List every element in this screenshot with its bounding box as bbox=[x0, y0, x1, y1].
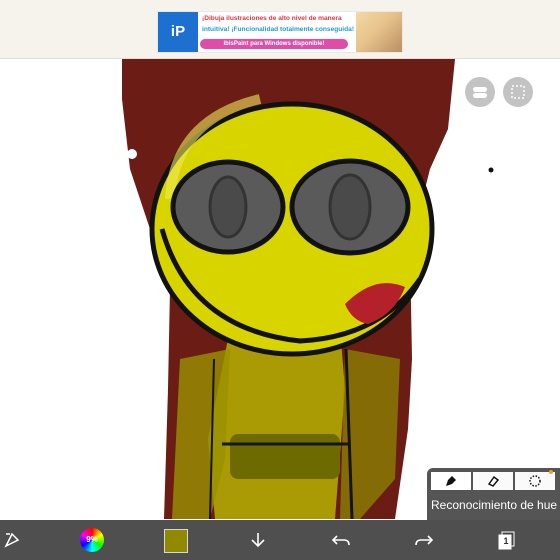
pen-tool-button[interactable] bbox=[431, 472, 471, 490]
color-wheel-label: 9% bbox=[86, 535, 98, 544]
undo-button[interactable] bbox=[329, 528, 353, 552]
brush-panel-label: Reconocimiento de hue bbox=[431, 498, 558, 512]
ibispaint-logo: iP bbox=[158, 12, 198, 52]
notification-dot bbox=[549, 470, 553, 474]
pen-icon bbox=[446, 476, 456, 486]
toggle-switch-icon bbox=[473, 87, 487, 98]
drawing-canvas[interactable] bbox=[0, 59, 560, 519]
color-swatch[interactable] bbox=[164, 529, 188, 553]
eraser-tool-button[interactable] bbox=[473, 472, 513, 490]
grid-icon bbox=[511, 85, 525, 99]
ad-bar: iP ¡Dibuja ilustraciones de alto nivel d… bbox=[0, 0, 560, 59]
layers-button[interactable]: 1 bbox=[495, 528, 519, 552]
undo-icon bbox=[331, 535, 350, 546]
eraser-icon bbox=[487, 475, 500, 487]
download-arrow-icon bbox=[251, 533, 265, 548]
blur-icon bbox=[529, 475, 541, 487]
ad-text-line1: ¡Dibuja ilustraciones de alto nivel de m… bbox=[202, 15, 342, 22]
ad-text-line2: intuitiva! ¡Funcionalidad totalmente con… bbox=[202, 26, 355, 33]
download-button[interactable] bbox=[246, 528, 270, 552]
layer-count: 1 bbox=[503, 536, 509, 546]
ad-cta-button[interactable]: ibisPaint para Windows disponible! bbox=[200, 39, 348, 49]
redo-button[interactable] bbox=[412, 528, 436, 552]
redo-icon bbox=[415, 535, 434, 546]
layer-grid-button[interactable] bbox=[503, 77, 533, 107]
ad-character-image bbox=[356, 12, 402, 52]
tool-select-button[interactable] bbox=[0, 528, 24, 552]
artwork-belt bbox=[230, 434, 340, 479]
ad-banner[interactable]: iP ¡Dibuja ilustraciones de alto nivel d… bbox=[158, 12, 402, 52]
artwork bbox=[122, 59, 494, 519]
transform-toggle-button[interactable] bbox=[465, 77, 495, 107]
color-wheel-button[interactable]: 9% bbox=[80, 528, 104, 552]
blur-tool-button[interactable] bbox=[515, 472, 555, 490]
brush-panel: Reconocimiento de hue bbox=[427, 468, 560, 520]
tool-select-icon bbox=[4, 532, 20, 548]
